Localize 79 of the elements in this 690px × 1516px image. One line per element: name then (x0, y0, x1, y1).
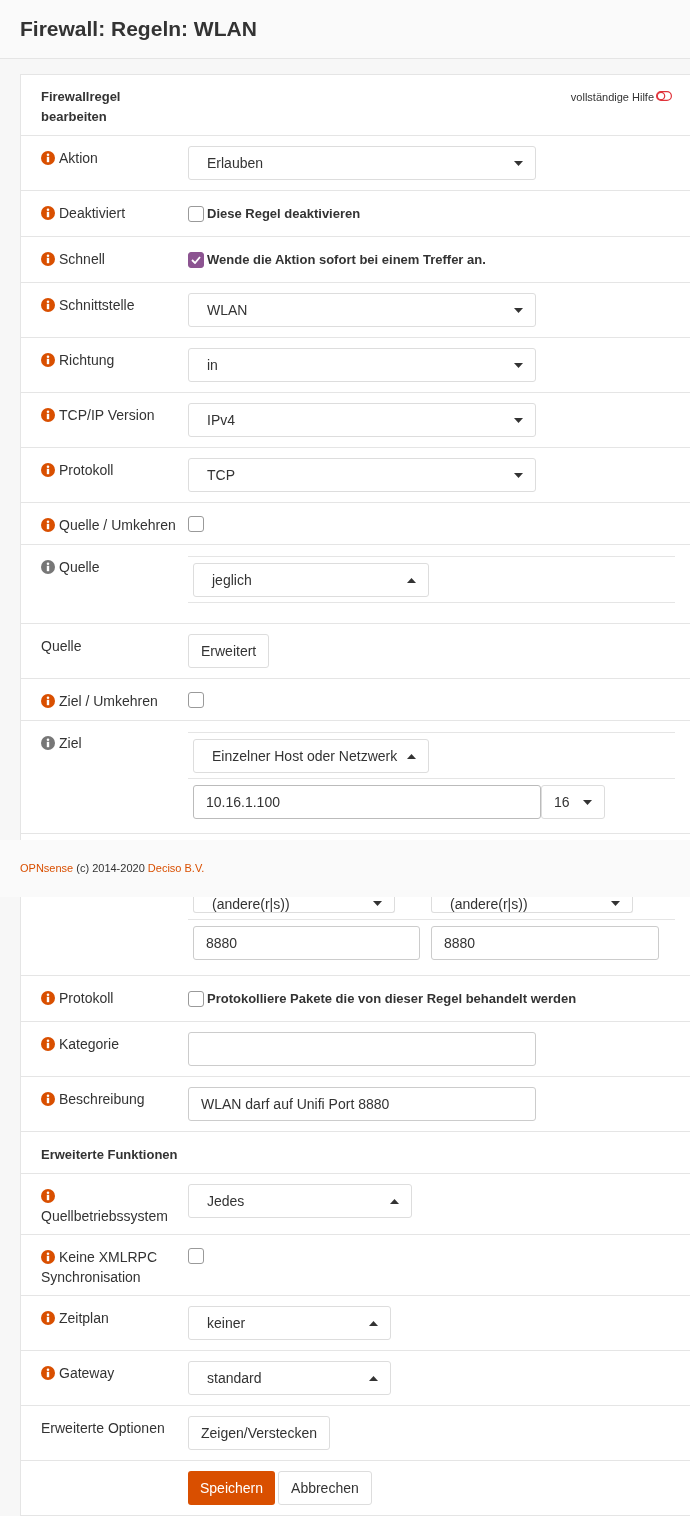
field-label: Schnittstelle (41, 297, 135, 313)
info-icon[interactable] (41, 518, 55, 532)
page-title: Firewall: Regeln: WLAN (20, 16, 257, 43)
dropdown[interactable]: IPv4 (188, 403, 536, 437)
info-icon[interactable] (41, 1092, 55, 1106)
info-icon[interactable] (41, 1311, 55, 1325)
checkbox-label: Protokolliere Pakete die von dieser Regel behandelt werden (207, 990, 577, 1008)
dropdown[interactable]: Einzelner Host oder Netzwerk (193, 739, 429, 773)
field-label: Gateway (41, 1365, 115, 1381)
info-icon[interactable] (41, 353, 55, 367)
checkbox[interactable] (188, 692, 204, 708)
field-label: Beschreibung (41, 1091, 145, 1107)
info-icon[interactable] (41, 252, 55, 266)
field-label: Richtung (41, 352, 115, 368)
info-icon[interactable] (41, 463, 55, 477)
field-label: Quelle (41, 559, 100, 575)
field-label: Erweiterte Funktionen (41, 1147, 178, 1162)
field-label: Zeitplan (41, 1310, 109, 1326)
port-field[interactable]: 8880 (431, 926, 659, 960)
info-icon[interactable] (41, 1037, 55, 1051)
field-label: Erweiterte Optionen (41, 1420, 165, 1436)
field-label: Deaktiviert (41, 205, 126, 221)
field-label: Ziel / Umkehren (41, 693, 158, 709)
checkbox[interactable] (188, 516, 204, 532)
dropdown[interactable]: in (188, 348, 536, 382)
dropdown[interactable]: standard (188, 1361, 391, 1395)
save-button[interactable]: Speichern (188, 1471, 276, 1505)
info-icon[interactable] (41, 694, 55, 708)
info-icon[interactable] (41, 1250, 55, 1264)
netmask-dropdown[interactable]: 16 (541, 785, 605, 819)
dropdown[interactable]: WLAN (188, 293, 536, 327)
checkbox[interactable] (188, 991, 204, 1007)
checkbox[interactable] (188, 1248, 204, 1264)
field-label: Protokoll (41, 462, 114, 478)
info-icon[interactable] (41, 1366, 55, 1380)
dropdown[interactable]: jeglich (193, 563, 429, 597)
help-label: vollständige Hilfe (570, 90, 654, 105)
info-icon[interactable] (41, 560, 55, 574)
checkbox[interactable] (188, 252, 204, 268)
toggle-button[interactable]: Erweitert (188, 634, 270, 668)
form-title: Firewallregel bearbeiten (40, 88, 122, 126)
company-link[interactable]: Deciso B.V. (147, 862, 205, 875)
field-label: Protokoll (41, 990, 114, 1006)
field-label: Quelle / Umkehren (41, 517, 176, 533)
caret-down-icon (611, 901, 620, 906)
copyright-text: OPNsense (c) 2014-2020 Deciso B.V. (20, 861, 205, 877)
checkbox[interactable] (188, 206, 204, 222)
info-icon[interactable] (41, 736, 55, 750)
field-label: Quelle (41, 638, 82, 654)
port-field[interactable]: 8880 (193, 926, 420, 960)
field-label: Quellbetriebssystem (41, 1188, 168, 1224)
caret-down-icon (583, 799, 592, 805)
dropdown[interactable]: Erlauben (188, 146, 536, 180)
checkbox-label: Diese Regel deaktivieren (207, 205, 361, 223)
address-field[interactable]: 10.16.1.100 (193, 785, 541, 819)
cancel-button[interactable]: Abbrechen (278, 1471, 372, 1505)
dropdown[interactable]: Jedes (188, 1184, 412, 1218)
dropdown[interactable]: keiner (188, 1306, 391, 1340)
field-label: Ziel (41, 735, 82, 751)
info-icon[interactable] (41, 408, 55, 422)
field-label: Schnell (41, 251, 105, 267)
info-icon[interactable] (41, 151, 55, 165)
brand-link[interactable]: OPNsense (20, 862, 74, 875)
info-icon[interactable] (41, 991, 55, 1005)
info-icon[interactable] (41, 1189, 55, 1203)
dropdown[interactable]: TCP (188, 458, 536, 492)
field-label: Keine XMLRPC Synchronisation (41, 1249, 158, 1285)
field-label: Kategorie (41, 1036, 119, 1052)
text-field[interactable]: WLAN darf auf Unifi Port 8880 (188, 1087, 536, 1121)
caret-down-icon (373, 901, 382, 906)
checkbox-label: Wende die Aktion sofort bei einem Treffer an. (207, 251, 486, 269)
text-field[interactable] (188, 1032, 536, 1066)
field-label: TCP/IP Version (41, 407, 155, 423)
checkmark-icon (191, 256, 201, 264)
info-icon[interactable] (41, 206, 55, 220)
toggle-button[interactable]: Zeigen/Verstecken (188, 1416, 330, 1450)
field-label: Aktion (41, 150, 98, 166)
info-icon[interactable] (41, 298, 55, 312)
toggle-icon[interactable] (656, 91, 672, 101)
